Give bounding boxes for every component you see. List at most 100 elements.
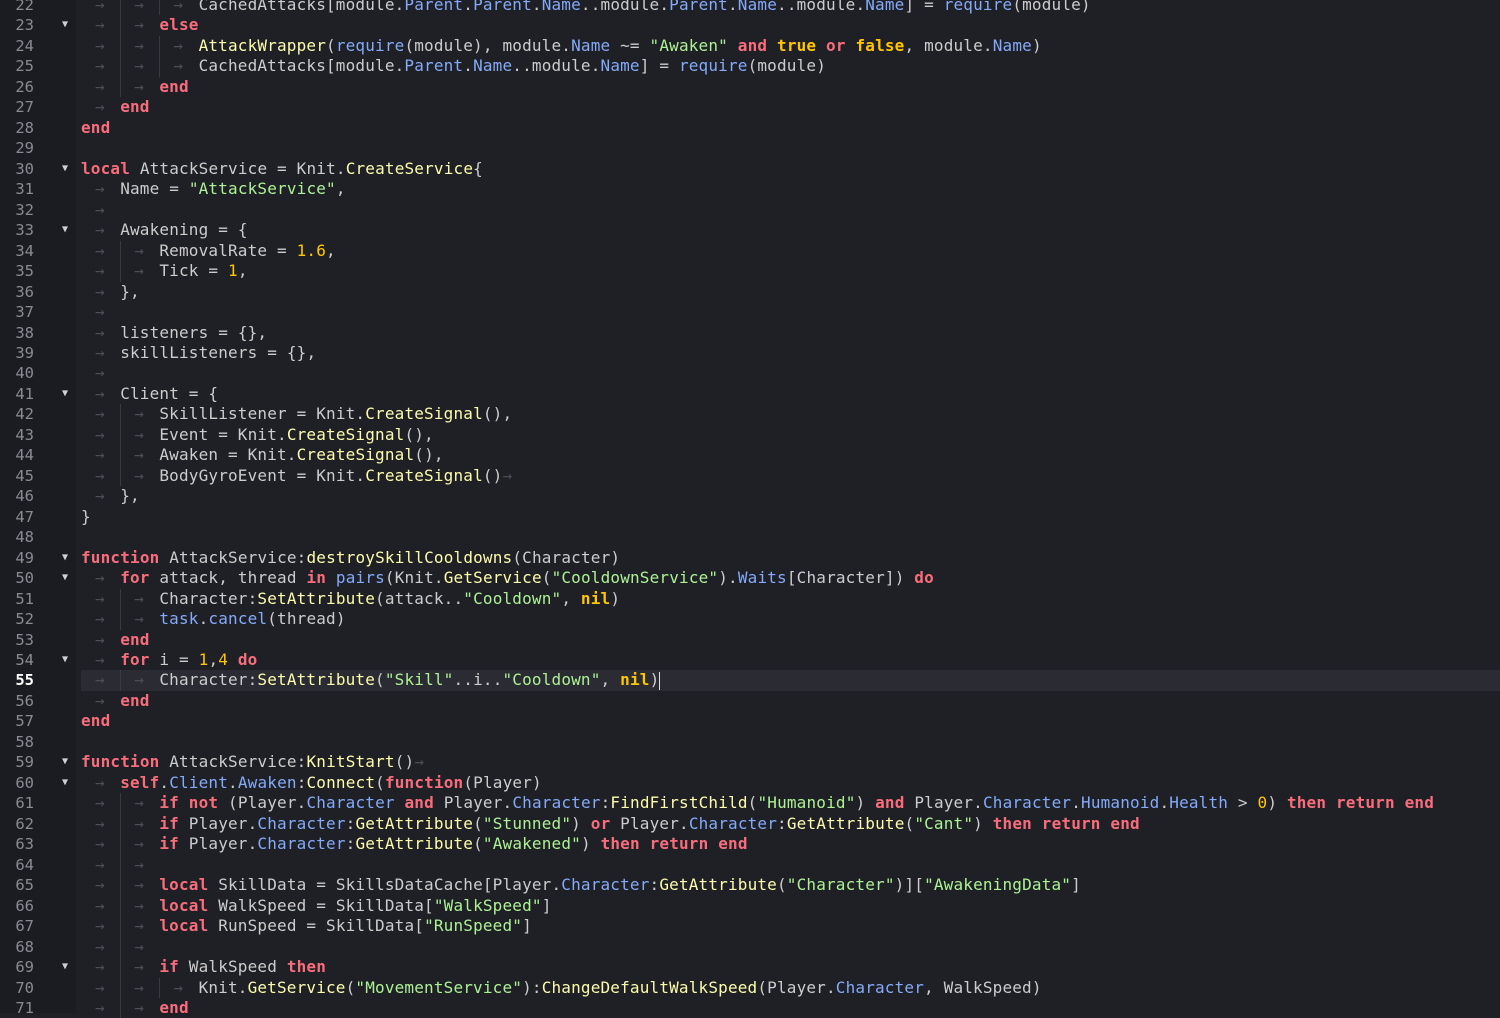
code-line[interactable]: 33 ▼ → Awakening = {: [0, 220, 1500, 240]
line-code[interactable]: → → → CachedAttacks[module.Parent.Name..mod…: [81, 56, 1500, 77]
code-line[interactable]: 64 → →: [0, 854, 1500, 876]
code-line[interactable]: 25 → → → CachedAttacks[module.Parent.Name..m…: [0, 56, 1500, 77]
code-line[interactable]: 58: [0, 732, 1500, 752]
code-line[interactable]: 36 →},: [0, 282, 1500, 302]
code-line[interactable]: 69 ▼ → → if WalkSpeed then: [0, 957, 1500, 978]
line-code[interactable]: → skillListeners = {},: [81, 343, 1500, 363]
code-line[interactable]: 31 → Name = "AttackService",: [0, 179, 1500, 199]
code-line[interactable]: 28 end: [0, 118, 1500, 138]
line-code[interactable]: → end: [81, 691, 1500, 711]
code-line[interactable]: 66 → → local WalkSpeed = SkillData["WalkSpe…: [0, 895, 1500, 917]
code-line[interactable]: 22 → → → CachedAttacks[module.Parent.Parent.…: [0, 0, 1500, 16]
code-line[interactable]: 40 →: [0, 363, 1500, 383]
line-code[interactable]: → end: [81, 97, 1500, 117]
code-line[interactable]: 39 → skillListeners = {},: [0, 343, 1500, 363]
code-line[interactable]: 61 → → if not (Player.Character and Player.…: [0, 793, 1500, 814]
code-line[interactable]: 63 → → if Player.Character:GetAttribute("Aw…: [0, 834, 1500, 855]
fold-chevron-down-icon[interactable]: ▼: [59, 752, 71, 772]
code-line[interactable]: 26 → → end: [0, 76, 1500, 98]
code-line[interactable]: 35 → → Tick = 1,: [0, 261, 1500, 282]
code-line[interactable]: 47}: [0, 507, 1500, 527]
fold-chevron-down-icon[interactable]: ▼: [59, 548, 71, 568]
line-code[interactable]: → Awakening = {: [81, 220, 1500, 240]
fold-chevron-down-icon[interactable]: ▼: [59, 220, 71, 240]
code-line[interactable]: 60 ▼ → self.Client.Awaken:Connect(function(…: [0, 773, 1500, 793]
code-line[interactable]: 65 → → local SkillData = SkillsDataCache[Pl…: [0, 875, 1500, 896]
line-code[interactable]: →: [81, 363, 1500, 383]
code-line[interactable]: 53 → end: [0, 630, 1500, 650]
line-code[interactable]: → → SkillListener = Knit.CreateSignal(),: [81, 404, 1500, 425]
line-code[interactable]: function AttackService:KnitStart()→: [81, 752, 1500, 772]
line-code[interactable]: [81, 138, 1500, 158]
line-code[interactable]: function AttackService:destroySkillCoold…: [81, 548, 1500, 568]
fold-chevron-down-icon[interactable]: ▼: [59, 159, 71, 179]
line-code[interactable]: local AttackService = Knit.CreateService…: [81, 159, 1500, 179]
line-code[interactable]: → → if WalkSpeed then: [81, 957, 1500, 978]
fold-chevron-down-icon[interactable]: ▼: [59, 773, 71, 793]
line-code[interactable]: → → Character:SetAttribute(attack.."Cooldo…: [81, 588, 1500, 610]
line-code[interactable]: →: [81, 200, 1500, 220]
code-line[interactable]: 57 end: [0, 711, 1500, 731]
fold-chevron-down-icon[interactable]: ▼: [59, 650, 71, 670]
code-line[interactable]: 71 → → end: [0, 997, 1500, 1018]
line-code[interactable]: }: [81, 507, 1500, 527]
line-code[interactable]: → → task.cancel(thread): [81, 609, 1500, 630]
code-line[interactable]: 30 ▼ local AttackService = Knit.CreateServ…: [0, 159, 1500, 179]
code-line[interactable]: 45 → → BodyGyroEvent = Knit.CreateSignal()→: [0, 465, 1500, 487]
fold-chevron-down-icon[interactable]: ▼: [59, 568, 71, 588]
line-code[interactable]: → → Tick = 1,: [81, 261, 1500, 282]
code-line[interactable]: 43 → → Event = Knit.CreateSignal(),: [0, 424, 1500, 446]
code-line[interactable]: 59 ▼ function AttackService:KnitStart()→: [0, 752, 1500, 772]
line-code[interactable]: [81, 527, 1500, 547]
line-code[interactable]: → →: [81, 936, 1500, 958]
code-line[interactable]: 50 ▼ → for attack, thread in pairs(Knit.Get…: [0, 568, 1500, 588]
line-code[interactable]: → → local RunSpeed = SkillData["RunSpeed"]: [81, 916, 1500, 937]
code-line[interactable]: 41 ▼ → Client = {: [0, 384, 1500, 404]
line-code[interactable]: [81, 732, 1500, 752]
code-line[interactable]: 24 → → → AttackWrapper(require(module), modu…: [0, 35, 1500, 57]
code-line[interactable]: 48: [0, 527, 1500, 547]
code-line[interactable]: 70 → → → Knit.GetService("MovementService"):…: [0, 977, 1500, 998]
fold-chevron-down-icon[interactable]: ▼: [59, 957, 71, 977]
line-code[interactable]: → → if Player.Character:GetAttribute("Stun…: [81, 813, 1500, 835]
code-line[interactable]: 56 → end: [0, 691, 1500, 711]
line-code[interactable]: end: [81, 711, 1500, 731]
line-code[interactable]: → for i = 1,4 do: [81, 650, 1500, 670]
code-line[interactable]: 37 →: [0, 302, 1500, 322]
code-line[interactable]: 32 →: [0, 200, 1500, 220]
code-line[interactable]: 52 → → task.cancel(thread): [0, 609, 1500, 630]
line-code[interactable]: → → BodyGyroEvent = Knit.CreateSignal()→: [81, 465, 1500, 487]
code-line[interactable]: 27 → end: [0, 97, 1500, 117]
fold-chevron-down-icon[interactable]: ▼: [59, 15, 71, 35]
code-line[interactable]: 54 ▼ → for i = 1,4 do: [0, 650, 1500, 670]
code-line[interactable]: 42 → → SkillListener = Knit.CreateSignal(),: [0, 404, 1500, 425]
code-line[interactable]: 68 → →: [0, 936, 1500, 958]
code-line[interactable]: 23 ▼ → → else: [0, 15, 1500, 36]
line-code[interactable]: → → RemovalRate = 1.6,: [81, 240, 1500, 262]
line-code[interactable]: → → local SkillData = SkillsDataCache[Play…: [81, 875, 1500, 896]
line-code[interactable]: → → Event = Knit.CreateSignal(),: [81, 424, 1500, 446]
code-line[interactable]: 49 ▼ function AttackService:destroySkillCo…: [0, 548, 1500, 568]
code-line[interactable]: 55 → → Character:SetAttribute("Skill"..i.."…: [0, 670, 1500, 691]
line-code[interactable]: → → if not (Player.Character and Player.Ch…: [81, 793, 1500, 814]
line-code[interactable]: → → → Knit.GetService("MovementService"):Ch…: [81, 977, 1500, 998]
line-code[interactable]: → → → AttackWrapper(require(module), module…: [81, 35, 1500, 57]
line-code[interactable]: → → local WalkSpeed = SkillData["WalkSpeed…: [81, 895, 1500, 917]
line-code[interactable]: → → Character:SetAttribute("Skill"..i.."Co…: [81, 670, 1500, 691]
code-editor[interactable]: 22 → → → CachedAttacks[module.Parent.Parent.…: [0, 0, 1500, 1018]
line-code[interactable]: → → Awaken = Knit.CreateSignal(),: [81, 445, 1500, 466]
line-code[interactable]: →},: [81, 282, 1500, 302]
line-code[interactable]: →},: [81, 486, 1500, 506]
code-line[interactable]: 34 → → RemovalRate = 1.6,: [0, 240, 1500, 262]
code-line[interactable]: 62 → → if Player.Character:GetAttribute("St…: [0, 813, 1500, 835]
code-line[interactable]: 38 → listeners = {},: [0, 323, 1500, 343]
line-code[interactable]: → → if Player.Character:GetAttribute("Awak…: [81, 834, 1500, 855]
line-code[interactable]: → Client = {: [81, 384, 1500, 404]
line-code[interactable]: → Name = "AttackService",: [81, 179, 1500, 199]
line-code[interactable]: → → end: [81, 997, 1500, 1018]
line-code[interactable]: →: [81, 302, 1500, 322]
fold-chevron-down-icon[interactable]: ▼: [59, 384, 71, 404]
line-code[interactable]: → self.Client.Awaken:Connect(function(Pla…: [81, 773, 1500, 793]
line-code[interactable]: → → else: [81, 15, 1500, 36]
code-line[interactable]: 44 → → Awaken = Knit.CreateSignal(),: [0, 445, 1500, 466]
